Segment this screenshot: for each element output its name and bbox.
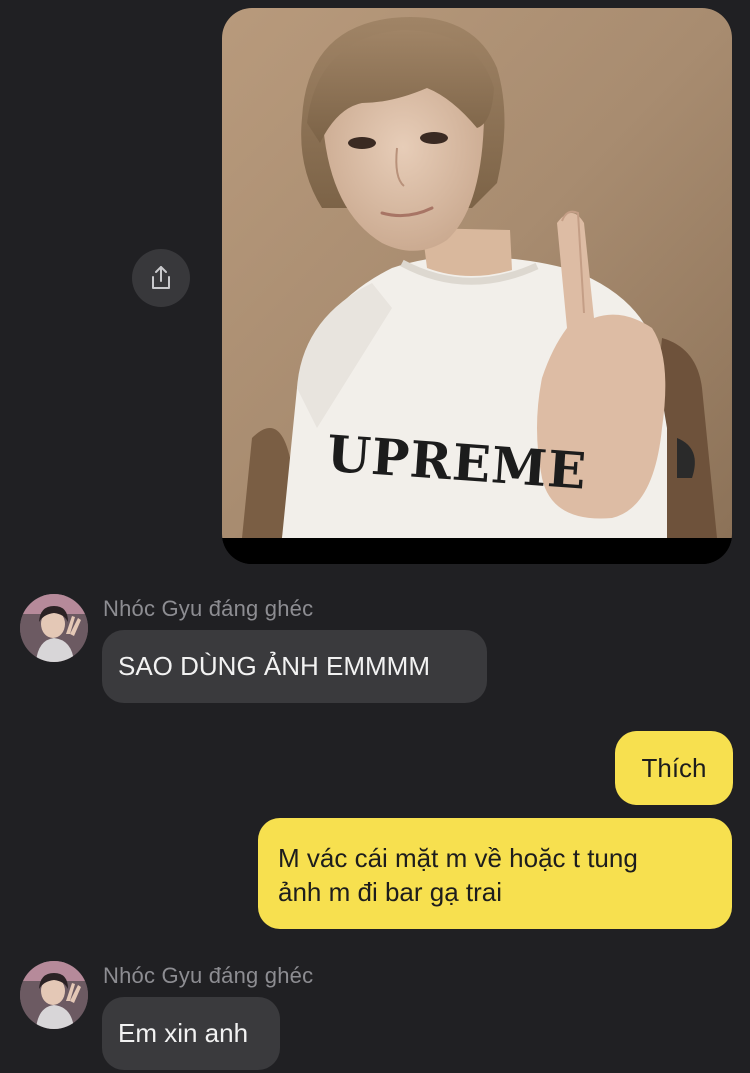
incoming-message-bubble[interactable]: SAO DÙNG ẢNH EMMMM: [102, 630, 487, 703]
shared-photo: UPREME: [222, 8, 732, 564]
outgoing-message-bubble[interactable]: M vác cái mặt m về hoặc t tung ảnh m đi …: [258, 818, 732, 929]
message-text: Thích: [641, 753, 707, 783]
outgoing-message-bubble[interactable]: Thích: [615, 731, 733, 805]
sender-name: Nhóc Gyu đáng ghéc: [103, 596, 314, 621]
incoming-message-bubble[interactable]: Em xin anh: [102, 997, 280, 1070]
chat-conversation: UPREME Nhóc Gyu đáng ghéc SAO DÙNG ẢNH E…: [0, 0, 750, 1073]
message-text-line: M vác cái mặt m về hoặc t tung: [278, 843, 638, 873]
message-text: SAO DÙNG ẢNH EMMMM: [118, 651, 430, 681]
share-button[interactable]: [132, 249, 190, 307]
message-text-line: ảnh m đi bar gạ trai: [278, 877, 503, 907]
avatar-image: [20, 594, 88, 662]
message-text: Em xin anh: [118, 1018, 249, 1048]
share-icon: [152, 266, 170, 289]
photo-message[interactable]: UPREME: [222, 8, 732, 564]
sender-avatar[interactable]: [20, 961, 88, 1029]
sender-avatar[interactable]: [20, 594, 88, 662]
avatar-image: [20, 961, 88, 1029]
sender-name: Nhóc Gyu đáng ghéc: [103, 963, 314, 988]
